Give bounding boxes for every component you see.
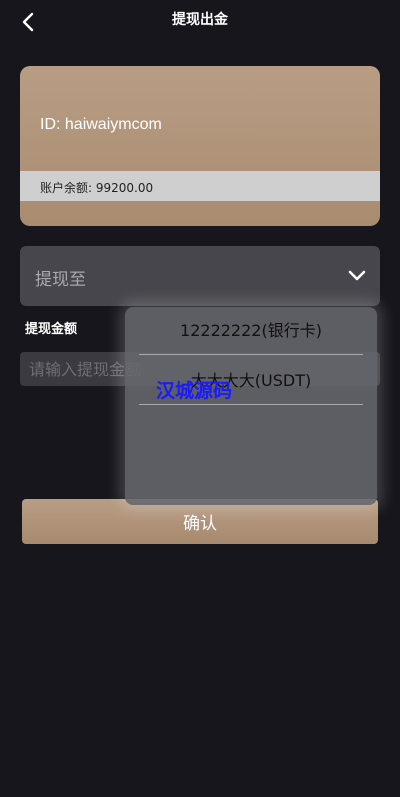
dropdown-option-label: 12222222(银行卡) bbox=[180, 321, 322, 340]
amount-label: 提现金额 bbox=[25, 322, 78, 337]
header-bar: 提现出金 bbox=[0, 0, 400, 40]
chevron-down-icon bbox=[348, 270, 366, 281]
watermark-text: 汉城源码 bbox=[156, 380, 233, 402]
withdraw-to-select[interactable]: 提现至 bbox=[20, 246, 380, 306]
account-balance: 账户余额: 99200.00 bbox=[40, 181, 154, 195]
page-title: 提现出金 bbox=[172, 12, 228, 28]
withdraw-to-label: 提现至 bbox=[35, 270, 86, 290]
account-dropdown: 12222222(银行卡) 大大大大(USDT) bbox=[125, 307, 377, 505]
balance-bar: 账户余额: 99200.00 bbox=[20, 171, 380, 201]
dropdown-option-bank[interactable]: 12222222(银行卡) bbox=[139, 307, 363, 355]
account-id: ID: haiwaiymcom bbox=[40, 116, 162, 133]
confirm-button[interactable]: 确认 bbox=[22, 499, 378, 544]
account-card: ID: haiwaiymcom 账户余额: 99200.00 bbox=[20, 66, 380, 226]
